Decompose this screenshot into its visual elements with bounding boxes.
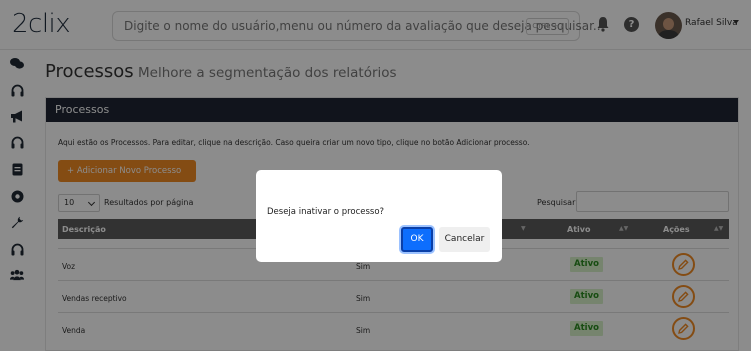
- confirm-dialog: Deseja inativar o processo? OK Cancelar: [256, 170, 502, 262]
- ok-button[interactable]: OK: [401, 227, 433, 252]
- dialog-message: Deseja inativar o processo?: [267, 207, 385, 217]
- cancel-button[interactable]: Cancelar: [439, 227, 490, 252]
